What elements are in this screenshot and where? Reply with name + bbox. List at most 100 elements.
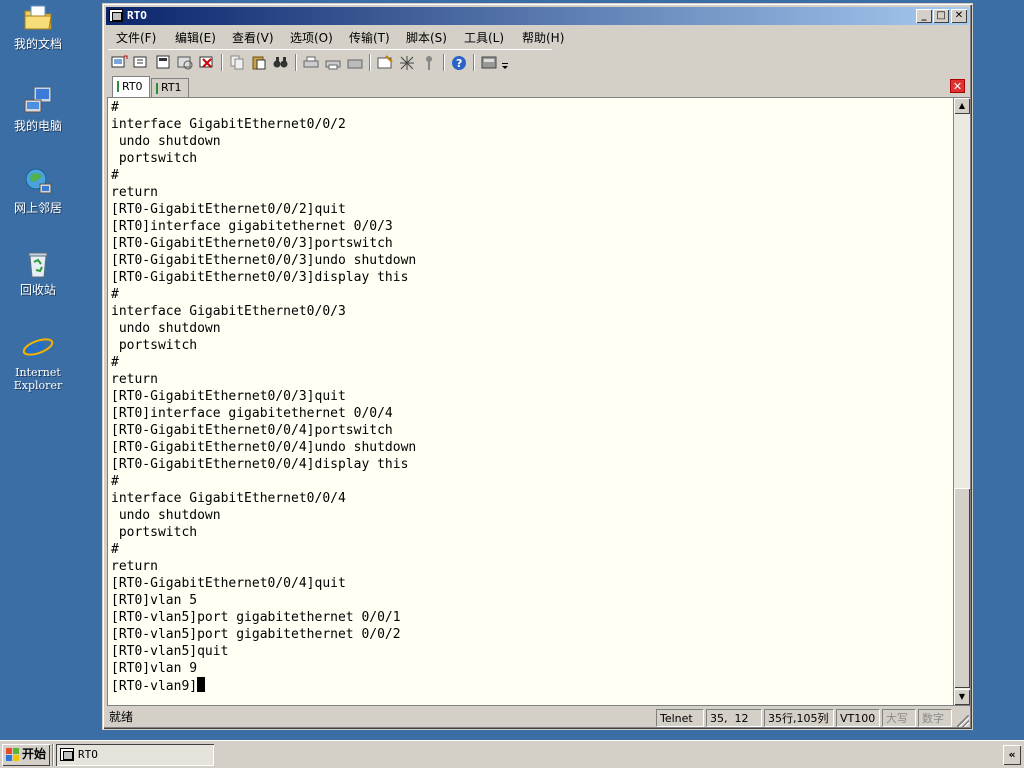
- terminal-line: #: [111, 167, 416, 184]
- terminal-line-text: [RT0-GigabitEthernet0/0/3]quit: [111, 389, 346, 404]
- terminal-line: undo shutdown: [111, 133, 416, 150]
- desktop-icon-label: 回收站: [19, 283, 56, 297]
- terminal-line: [RT0-vlan5]quit: [111, 643, 416, 660]
- terminal-line-text: portswitch: [111, 151, 198, 166]
- print-icon[interactable]: [302, 54, 320, 71]
- terminal-line-text: undo shutdown: [111, 321, 221, 336]
- terminal-line: #: [111, 99, 416, 116]
- close-tab-icon[interactable]: ✕: [950, 79, 965, 93]
- terminal-line-text: [RT0-GigabitEthernet0/0/4]quit: [111, 576, 346, 591]
- terminal-line-text: [RT0]vlan 9: [111, 661, 198, 676]
- terminal-line-text: return: [111, 185, 158, 200]
- terminal-line-text: [RT0-GigabitEthernet0/0/4]display this: [111, 457, 409, 472]
- copy-icon[interactable]: [228, 54, 246, 71]
- vertical-scrollbar[interactable]: ▲ ▼: [954, 97, 971, 706]
- menu-help[interactable]: 帮助(H): [522, 29, 564, 46]
- global-options-icon[interactable]: [398, 54, 416, 71]
- terminal-line: [RT0-vlan5]port gigabitethernet 0/0/1: [111, 609, 416, 626]
- terminal-line-text: [RT0-GigabitEthernet0/0/2]quit: [111, 202, 346, 217]
- tab-rt0[interactable]: RT0: [112, 76, 150, 97]
- terminal-line: #: [111, 286, 416, 303]
- terminal-app-icon: [60, 748, 74, 761]
- terminal-line: [RT0-GigabitEthernet0/0/4]display this: [111, 456, 416, 473]
- help-icon[interactable]: ?: [450, 54, 468, 71]
- terminal-line-text: undo shutdown: [111, 508, 221, 523]
- desktop-icon-my-documents[interactable]: 我的文档: [6, 2, 70, 51]
- computer-icon: [22, 84, 54, 116]
- terminal-line: interface GigabitEthernet0/0/3: [111, 303, 416, 320]
- resize-grip-icon[interactable]: [957, 715, 969, 727]
- keyboard-icon[interactable]: [480, 54, 498, 71]
- key-map-icon[interactable]: [420, 54, 438, 71]
- menu-options[interactable]: 选项(O): [290, 29, 333, 46]
- title-bar[interactable]: RTO _ □ ✕: [106, 7, 969, 25]
- terminal-line: portswitch: [111, 150, 416, 167]
- terminal-line: [RT0-vlan9]: [111, 677, 416, 694]
- find-icon[interactable]: [272, 54, 290, 71]
- start-button[interactable]: 开始: [2, 744, 50, 766]
- session-options-icon[interactable]: [376, 54, 394, 71]
- toolbar-separator: [473, 54, 475, 71]
- status-protocol: Telnet: [656, 709, 704, 727]
- terminal-line: [RT0]interface gigabitethernet 0/0/4: [111, 405, 416, 422]
- status-terminal-size: 35行,105列: [764, 709, 834, 727]
- paste-icon[interactable]: [250, 54, 268, 71]
- print-screen-icon[interactable]: [346, 54, 364, 71]
- start-label: 开始: [22, 747, 47, 761]
- terminal-line: [RT0-GigabitEthernet0/0/2]quit: [111, 201, 416, 218]
- terminal-line-text: [RT0-vlan5]port gigabitethernet 0/0/2: [111, 627, 401, 642]
- taskbar-window-button[interactable]: RTO: [56, 744, 214, 766]
- print-setup-icon[interactable]: [324, 54, 342, 71]
- terminal-output[interactable]: # interface GigabitEthernet0/0/2 undo shu…: [107, 97, 954, 706]
- menu-edit[interactable]: 编辑(E): [175, 29, 216, 46]
- menu-bar: 文件(F) 编辑(E) 查看(V) 选项(O) 传输(T) 脚本(S) 工具(L…: [106, 26, 969, 46]
- toolbar-overflow-chevron-icon[interactable]: [500, 54, 510, 71]
- session-tab-bar: RT0 RT1 ✕: [108, 76, 967, 97]
- terminal-line: [RT0-GigabitEthernet0/0/3]display this: [111, 269, 416, 286]
- terminal-lines: # interface GigabitEthernet0/0/2 undo shu…: [111, 99, 416, 694]
- terminal-line: interface GigabitEthernet0/0/4: [111, 490, 416, 507]
- quick-connect-icon[interactable]: [132, 54, 150, 71]
- disconnect-icon[interactable]: [198, 54, 216, 71]
- tray-expand-icon[interactable]: «: [1003, 745, 1021, 765]
- terminal-line-text: [RT0-vlan5]quit: [111, 644, 229, 659]
- terminal-line-text: #: [111, 168, 119, 183]
- terminal-line-text: [RT0-GigabitEthernet0/0/4]undo shutdown: [111, 440, 417, 455]
- terminal-line: portswitch: [111, 524, 416, 541]
- status-num-lock: 数字: [918, 709, 952, 727]
- menu-view[interactable]: 查看(V): [232, 29, 274, 46]
- minimize-button[interactable]: _: [916, 9, 932, 23]
- terminal-line: [RT0-vlan5]port gigabitethernet 0/0/2: [111, 626, 416, 643]
- scroll-up-icon[interactable]: ▲: [954, 98, 970, 114]
- desktop-icon-network[interactable]: 网上邻居: [6, 166, 70, 215]
- close-button[interactable]: ✕: [951, 9, 967, 23]
- terminal-line-text: #: [111, 100, 119, 115]
- scroll-down-icon[interactable]: ▼: [954, 689, 970, 705]
- terminal-line-text: [RT0-GigabitEthernet0/0/4]portswitch: [111, 423, 393, 438]
- toolbar-separator: [443, 54, 445, 71]
- desktop-icon-internet-explorer[interactable]: e Internet Explorer: [6, 330, 70, 392]
- maximize-button[interactable]: □: [933, 9, 949, 23]
- menu-script[interactable]: 脚本(S): [406, 29, 447, 46]
- desktop-icon-my-computer[interactable]: 我的电脑: [6, 84, 70, 133]
- terminal-line: [RT0-GigabitEthernet0/0/4]portswitch: [111, 422, 416, 439]
- tab-label: RT1: [161, 81, 182, 94]
- session-icon[interactable]: [154, 54, 172, 71]
- desktop-icon-recycle-bin[interactable]: 回收站: [6, 248, 70, 297]
- toolbar-separator: [221, 54, 223, 71]
- reconnect-icon[interactable]: [176, 54, 194, 71]
- menu-tools[interactable]: 工具(L): [464, 29, 504, 46]
- folder-documents-icon: [22, 2, 54, 34]
- app-icon: [109, 9, 123, 22]
- menu-file[interactable]: 文件(F): [116, 29, 156, 46]
- scroll-thumb[interactable]: [954, 488, 970, 688]
- terminal-line: [RT0-GigabitEthernet0/0/3]undo shutdown: [111, 252, 416, 269]
- connect-icon[interactable]: [110, 54, 128, 71]
- menu-transfer[interactable]: 传输(T): [349, 29, 390, 46]
- terminal-cursor: [197, 677, 206, 692]
- terminal-line: [RT0]interface gigabitethernet 0/0/3: [111, 218, 416, 235]
- tab-rt1[interactable]: RT1: [151, 78, 189, 97]
- terminal-line-text: return: [111, 372, 158, 387]
- terminal-line-text: [RT0]interface gigabitethernet 0/0/3: [111, 219, 393, 234]
- terminal-line: undo shutdown: [111, 507, 416, 524]
